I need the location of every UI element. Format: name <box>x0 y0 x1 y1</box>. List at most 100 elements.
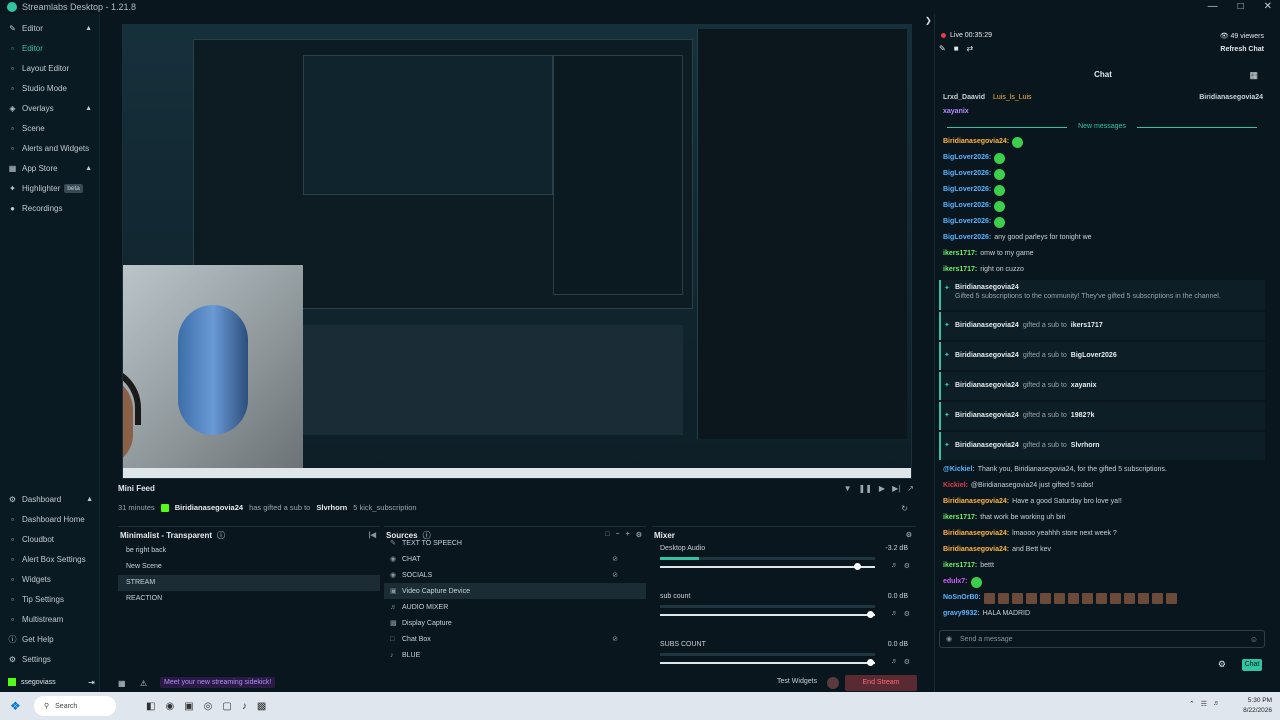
volume-fader[interactable] <box>660 611 875 618</box>
gear-icon[interactable]: ⚙ <box>904 658 910 666</box>
sidebar-item-dashboard[interactable]: ⚙ Dashboard ▲ <box>0 489 100 509</box>
chat-username[interactable]: BigLover2026: <box>943 182 991 198</box>
source-item[interactable]: ♪ BLUE <box>384 647 646 663</box>
pinned-user[interactable]: Lrxd_Daavid <box>943 94 985 101</box>
volume-fader[interactable] <box>660 659 875 666</box>
chat-username[interactable]: BigLover2026: <box>943 150 991 166</box>
gift-from[interactable]: Biridianasegovia24 <box>955 352 1019 359</box>
streamlabs-app-icon[interactable]: ▣ <box>184 701 193 712</box>
logout-icon[interactable]: ⇥ <box>88 678 95 687</box>
sidebar-item-app-store[interactable]: ▦ App Store ▲ <box>0 158 99 178</box>
performance-icon[interactable]: ▦ <box>118 679 126 688</box>
user-bar[interactable]: ssegoviass ⇥ <box>0 672 100 692</box>
gift-from[interactable]: Biridianasegovia24 <box>955 382 1019 389</box>
capture-icon[interactable]: ▩ <box>257 701 266 712</box>
gift-to[interactable]: BigLover2026 <box>1071 352 1117 359</box>
chat-username[interactable]: Biridianasegovia24: <box>943 134 1009 150</box>
source-item[interactable]: □ Chat Box ⊘ <box>384 631 646 647</box>
sidebar-item-recordings[interactable]: ● Recordings <box>0 198 99 218</box>
mixer-settings-icon[interactable]: ⚙ <box>906 531 912 539</box>
chat-username[interactable]: BigLover2026: <box>943 198 991 214</box>
edit-icon[interactable]: ✎ <box>939 44 946 53</box>
chrome-icon[interactable]: ◎ <box>204 701 213 712</box>
speaker-icon[interactable]: ♬ <box>891 610 898 617</box>
gift-to[interactable]: ikers1717 <box>1071 322 1103 329</box>
sidebar-item-editor[interactable]: ▫ Editor <box>0 38 99 58</box>
scene-item[interactable]: REACTION <box>118 591 380 607</box>
gear-icon[interactable]: ⚙ <box>904 562 910 570</box>
sidebar-item-tip-settings[interactable]: ▫ Tip Settings <box>0 589 100 609</box>
gift-from[interactable]: Biridianasegovia24 <box>955 442 1019 449</box>
sidebar-item-multistream[interactable]: ▫ Multistream <box>0 609 100 629</box>
gift-from[interactable]: Biridianasegovia24 <box>955 412 1019 419</box>
chat-username[interactable]: edulx7: <box>943 574 968 590</box>
explorer-icon[interactable]: ▢ <box>222 701 231 712</box>
fader-knob[interactable] <box>866 611 874 618</box>
chat-username[interactable]: Kickiel: <box>943 478 968 494</box>
chat-username[interactable]: NoSnOrB0: <box>943 590 981 606</box>
scene-item[interactable]: be right back <box>118 543 380 559</box>
chevron-icon[interactable]: ▲ <box>85 25 92 32</box>
gift-from[interactable]: Biridianasegovia24 <box>955 322 1019 329</box>
sidebar-item-studio-mode[interactable]: ▫ Studio Mode <box>0 78 99 98</box>
sidebar-item-layout-editor[interactable]: ▫ Layout Editor <box>0 58 99 78</box>
chat-input[interactable]: ◉ Send a message ☺ <box>939 630 1265 648</box>
chat-username[interactable]: Biridianasegovia24: <box>943 494 1009 510</box>
chat-username[interactable]: xayanix <box>943 104 969 120</box>
taskbar-search[interactable]: ⚲ Search <box>34 696 116 716</box>
refresh-chat-button[interactable]: Refresh Chat <box>1220 46 1264 53</box>
chat-username[interactable]: BigLover2026: <box>943 166 991 182</box>
sidebar-item-editor[interactable]: ✎ Editor ▲ <box>0 18 99 38</box>
chevron-right-icon[interactable]: ❯ <box>925 16 932 25</box>
refresh-icon[interactable]: ↻ <box>901 504 908 513</box>
scene-item[interactable]: STREAM <box>118 575 380 591</box>
skip-end-icon[interactable]: ▶| <box>892 484 900 493</box>
minimize-icon[interactable]: — <box>1208 1 1218 12</box>
visibility-icon[interactable]: ⊘ <box>612 571 618 579</box>
chat-username[interactable]: ikers1717: <box>943 558 977 574</box>
sidebar-item-highlighter[interactable]: ✦ Highlighter beta <box>0 178 99 198</box>
speaker-icon[interactable]: ♬ <box>891 562 898 569</box>
folder-icon[interactable]: ■ <box>954 44 959 53</box>
gear-icon[interactable]: ⚙ <box>1218 659 1226 670</box>
sidebar-item-get-help[interactable]: ⓘ Get Help <box>0 629 100 649</box>
chat-username[interactable]: ikers1717: <box>943 262 977 278</box>
task-view-icon[interactable]: ◧ <box>146 701 155 712</box>
sidebar-item-dashboard-home[interactable]: ▫ Dashboard Home <box>0 509 100 529</box>
new-messages-divider[interactable]: New messages <box>939 120 1265 134</box>
visibility-icon[interactable]: ⊘ <box>612 555 618 563</box>
source-item[interactable]: ◉ CHAT ⊘ <box>384 551 646 567</box>
collapse-handle[interactable]: ❯ <box>924 14 934 692</box>
chat-messages[interactable]: xayanix New messages Biridianasegovia24: Bi… <box>939 104 1265 624</box>
sidebar-item-settings[interactable]: ⚙ Settings <box>0 649 100 669</box>
scene-collection-title[interactable]: Minimalist - Transparent <box>120 531 212 540</box>
chat-username[interactable]: BigLover2026: <box>943 214 991 230</box>
windows-start-icon[interactable]: ❖ <box>10 699 24 713</box>
stream-preview[interactable] <box>122 24 912 479</box>
volume-fader[interactable] <box>660 563 875 570</box>
chevron-icon[interactable]: ▲ <box>85 165 92 172</box>
chat-username[interactable]: Biridianasegovia24: <box>943 526 1009 542</box>
pause-icon[interactable]: ❚❚ <box>859 484 872 493</box>
studio-mode-icon[interactable]: |◀ <box>369 531 376 539</box>
share-icon[interactable]: ⇄ <box>967 44 974 53</box>
skip-icon[interactable]: ▶ <box>879 484 885 493</box>
visibility-icon[interactable]: ⊘ <box>612 635 618 643</box>
pinned-user[interactable]: Biridianasegovia24 <box>1199 94 1263 101</box>
chat-username[interactable]: @Kickiel: <box>943 462 975 478</box>
popout-icon[interactable]: ↗ <box>907 484 914 493</box>
close-icon[interactable]: ✕ <box>1264 1 1272 12</box>
sidebar-item-widgets[interactable]: ▫ Widgets <box>0 569 100 589</box>
maximize-icon[interactable]: □ <box>1238 1 1244 12</box>
fader-knob[interactable] <box>866 659 874 666</box>
scene-item[interactable]: New Scene <box>118 559 380 575</box>
fader-knob[interactable] <box>853 563 861 570</box>
gear-icon[interactable]: ⚙ <box>904 610 910 618</box>
chat-username[interactable]: BigLover2026: <box>943 230 991 246</box>
source-item[interactable]: ▣ Video Capture Device <box>384 583 646 599</box>
sidebar-item-alert-box-settings[interactable]: ▫ Alert Box Settings <box>0 549 100 569</box>
end-stream-button[interactable]: End Stream <box>845 675 917 691</box>
chat-username[interactable]: Biridianasegovia24: <box>943 542 1009 558</box>
gift-to[interactable]: Slvrhorn <box>1071 442 1100 449</box>
speaker-icon[interactable]: ♬ <box>891 658 898 665</box>
